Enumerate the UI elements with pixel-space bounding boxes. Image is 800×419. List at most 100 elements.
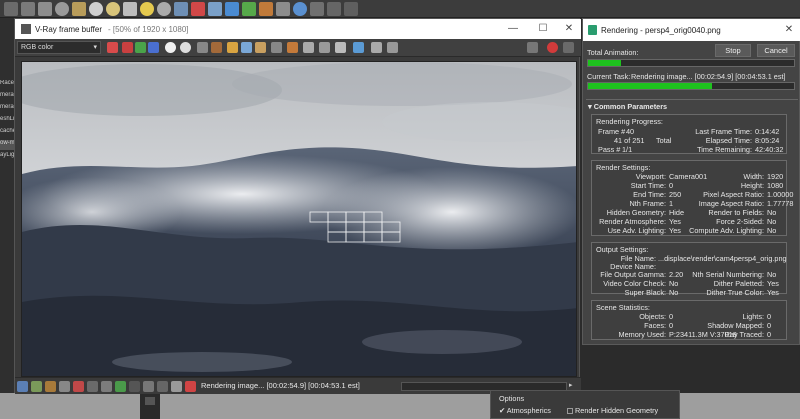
tools-icon[interactable] xyxy=(344,1,358,16)
common-params-toggle[interactable]: ▾ Common Parameters xyxy=(588,102,667,111)
cancel-button[interactable]: Cancel xyxy=(757,44,795,57)
scene-icon[interactable] xyxy=(310,1,324,16)
minimize-icon[interactable]: — xyxy=(503,21,523,37)
render-hidden-label: Render Hidden Geometry xyxy=(575,406,659,415)
red-channel-icon[interactable] xyxy=(122,42,133,53)
proxy-icon[interactable] xyxy=(191,1,205,16)
vfb-titlebar: V-Ray frame buffer - [50% of 1920 x 1080… xyxy=(15,19,581,39)
region-icon[interactable] xyxy=(303,42,314,53)
stamp-icon[interactable] xyxy=(387,42,398,53)
status-icon[interactable] xyxy=(31,381,42,392)
render-icon[interactable] xyxy=(563,42,574,53)
fur-icon[interactable] xyxy=(225,1,239,16)
plane-icon[interactable] xyxy=(157,1,171,16)
total-animation-progress xyxy=(587,59,795,67)
status-icon[interactable] xyxy=(185,381,196,392)
teapot-icon[interactable] xyxy=(4,1,18,16)
status-icon[interactable] xyxy=(101,381,112,392)
grid-icon[interactable] xyxy=(174,1,188,16)
setting-value: 1080 xyxy=(767,181,784,190)
status-icon[interactable] xyxy=(129,381,140,392)
link-icon[interactable] xyxy=(319,42,330,53)
sun-icon[interactable] xyxy=(140,1,154,16)
setting-label: Start Time: xyxy=(630,181,666,190)
total-label: Total xyxy=(656,136,672,145)
setting-value: 1 xyxy=(669,199,674,208)
folder-icon[interactable] xyxy=(227,42,238,53)
lens-effects-icon[interactable] xyxy=(371,42,382,53)
save-image-icon[interactable] xyxy=(197,42,208,53)
rendering-progress-group: Rendering Progress: Frame # 40 41 of 251… xyxy=(591,114,787,154)
pass-value: 1/1 xyxy=(622,145,633,154)
status-icon[interactable] xyxy=(87,381,98,392)
setting-value: 1.77778 xyxy=(767,199,794,208)
status-icon[interactable] xyxy=(73,381,84,392)
output-settings-label: Output Settings: xyxy=(596,245,649,254)
render-settings-label: Render Settings: xyxy=(596,163,651,172)
setting-value: No xyxy=(767,208,777,217)
frame-of-value: 41 of 251 xyxy=(614,136,645,145)
green-channel-icon[interactable] xyxy=(135,42,146,53)
setting-value: Yes xyxy=(669,217,681,226)
status-icon[interactable] xyxy=(17,381,28,392)
status-icon[interactable] xyxy=(143,381,154,392)
channel-select[interactable]: RGB color ▾ xyxy=(17,41,101,54)
box-icon[interactable] xyxy=(72,1,86,16)
main-toolbar xyxy=(0,0,800,18)
dome-icon[interactable] xyxy=(106,1,120,16)
close-icon[interactable]: ✕ xyxy=(779,22,799,38)
camera-icon[interactable] xyxy=(527,42,538,53)
setting-value: 2.20 xyxy=(669,270,684,279)
stop-render-icon[interactable] xyxy=(547,42,558,53)
light-sphere-icon[interactable] xyxy=(89,1,103,16)
track-mouse-icon[interactable] xyxy=(271,42,282,53)
atmospherics-checkbox[interactable]: ✔ Atmospherics xyxy=(499,406,551,415)
vray-icon xyxy=(21,24,31,34)
globe-icon[interactable] xyxy=(293,1,307,16)
blue-channel-icon[interactable] xyxy=(148,42,159,53)
setting-label: Faces: xyxy=(644,321,666,330)
render-setup-icon[interactable] xyxy=(21,1,35,16)
close-icon[interactable]: ✕ xyxy=(559,21,579,37)
render-image[interactable] xyxy=(21,61,577,377)
clear-icon[interactable] xyxy=(335,42,346,53)
save-icon[interactable] xyxy=(107,42,118,53)
status-icon[interactable] xyxy=(45,381,56,392)
setting-value: 0 xyxy=(669,312,674,321)
render-frame-icon[interactable] xyxy=(38,1,52,16)
max-logo-icon xyxy=(588,25,597,35)
status-icon[interactable] xyxy=(171,381,182,392)
settings-icon[interactable] xyxy=(327,1,341,16)
file-name-value: ...displace\render\cam4persp4_orig.png xyxy=(658,254,787,263)
cone-icon[interactable] xyxy=(123,1,137,16)
history-icon[interactable] xyxy=(255,42,266,53)
setting-value: Yes xyxy=(669,226,681,235)
render-hidden-checkbox[interactable]: Render Hidden Geometry xyxy=(567,406,658,415)
setting-value: Yes xyxy=(767,279,779,288)
current-task-value: Rendering image... [00:02:54.9] [00:04:5… xyxy=(631,72,786,81)
chevron-right-icon[interactable]: ▸ xyxy=(569,381,573,389)
follow-mouse-icon[interactable] xyxy=(287,42,298,53)
animal-icon[interactable] xyxy=(259,1,273,16)
setting-value: 0 xyxy=(669,321,674,330)
alpha-icon[interactable] xyxy=(165,42,176,53)
status-icon[interactable] xyxy=(59,381,70,392)
mono-icon[interactable] xyxy=(180,42,191,53)
decal-icon[interactable] xyxy=(276,1,290,16)
sphere-icon[interactable] xyxy=(55,1,69,16)
duplicate-icon[interactable] xyxy=(241,42,252,53)
setting-label: Use Adv. Lighting: xyxy=(607,226,666,235)
last-frame-time-label: Last Frame Time: xyxy=(695,127,752,136)
stop-button[interactable]: Stop xyxy=(715,44,751,57)
load-image-icon[interactable] xyxy=(211,42,222,53)
mesh-icon[interactable] xyxy=(208,1,222,16)
maximize-icon[interactable]: ☐ xyxy=(533,21,553,37)
display-correction-icon[interactable] xyxy=(353,42,364,53)
plant-icon[interactable] xyxy=(242,1,256,16)
time-remaining-label: Time Remaining: xyxy=(697,145,752,154)
status-icon[interactable] xyxy=(115,381,126,392)
status-icon[interactable] xyxy=(157,381,168,392)
rendering-titlebar: Rendering - persp4_orig0040.png ✕ xyxy=(583,19,800,41)
setting-value: 250 xyxy=(669,190,682,199)
play-icon[interactable] xyxy=(145,397,155,405)
